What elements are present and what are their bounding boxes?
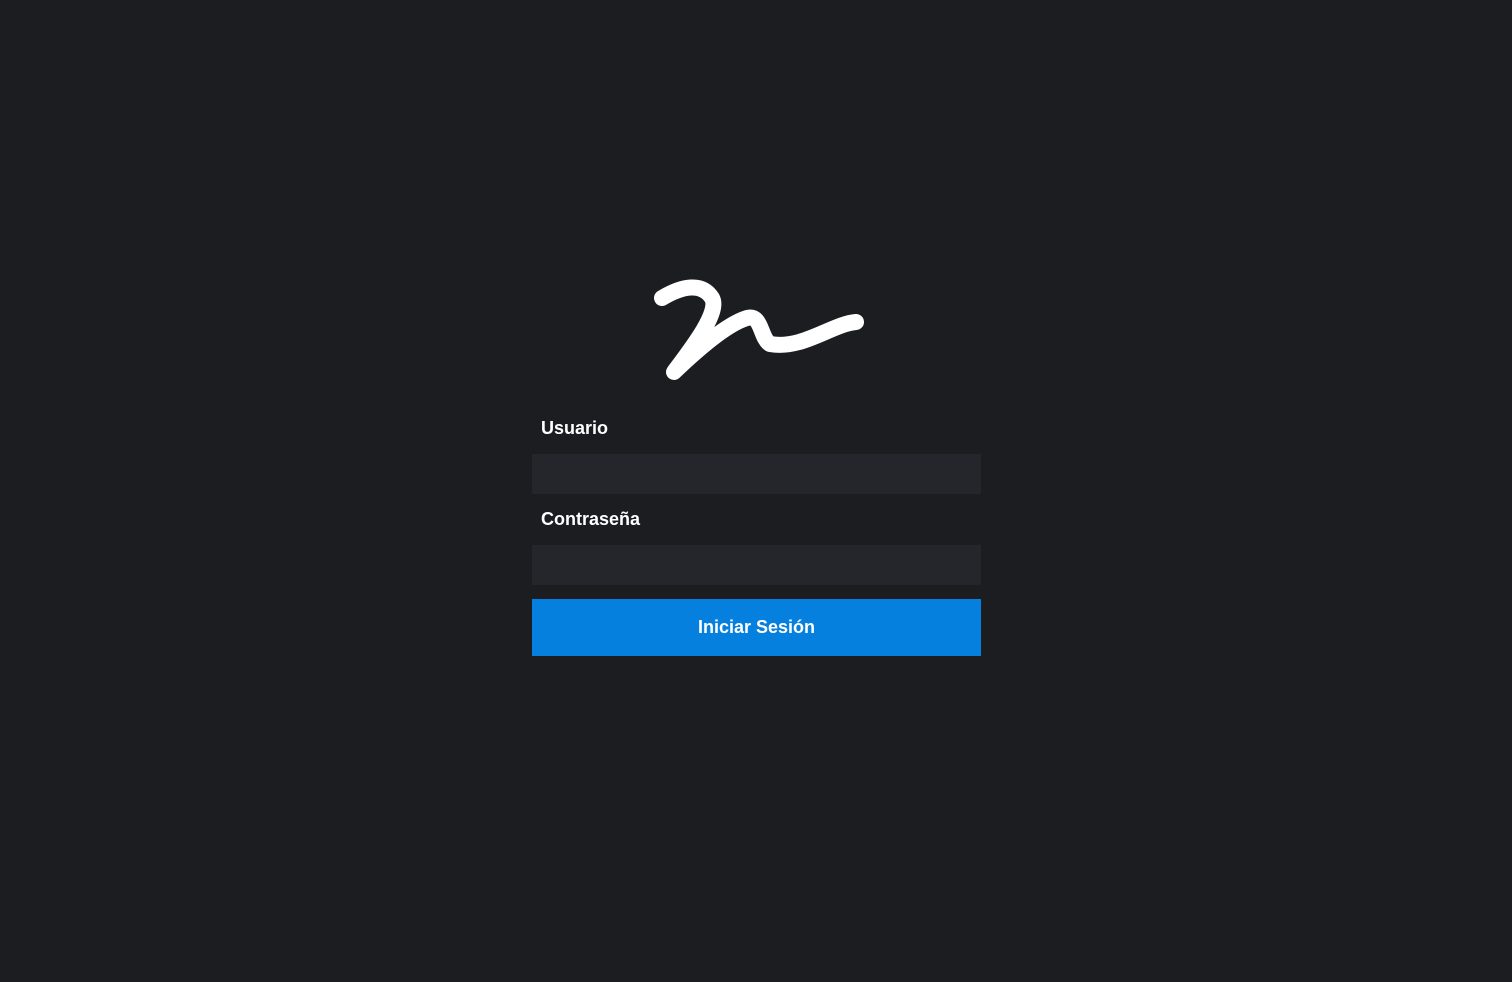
brand-logo-icon: [642, 278, 872, 388]
password-input[interactable]: [532, 545, 981, 585]
password-label: Contraseña: [541, 509, 641, 529]
login-button[interactable]: Iniciar Sesión: [532, 599, 981, 656]
username-label: Usuario: [541, 418, 609, 438]
username-input[interactable]: [532, 454, 981, 494]
